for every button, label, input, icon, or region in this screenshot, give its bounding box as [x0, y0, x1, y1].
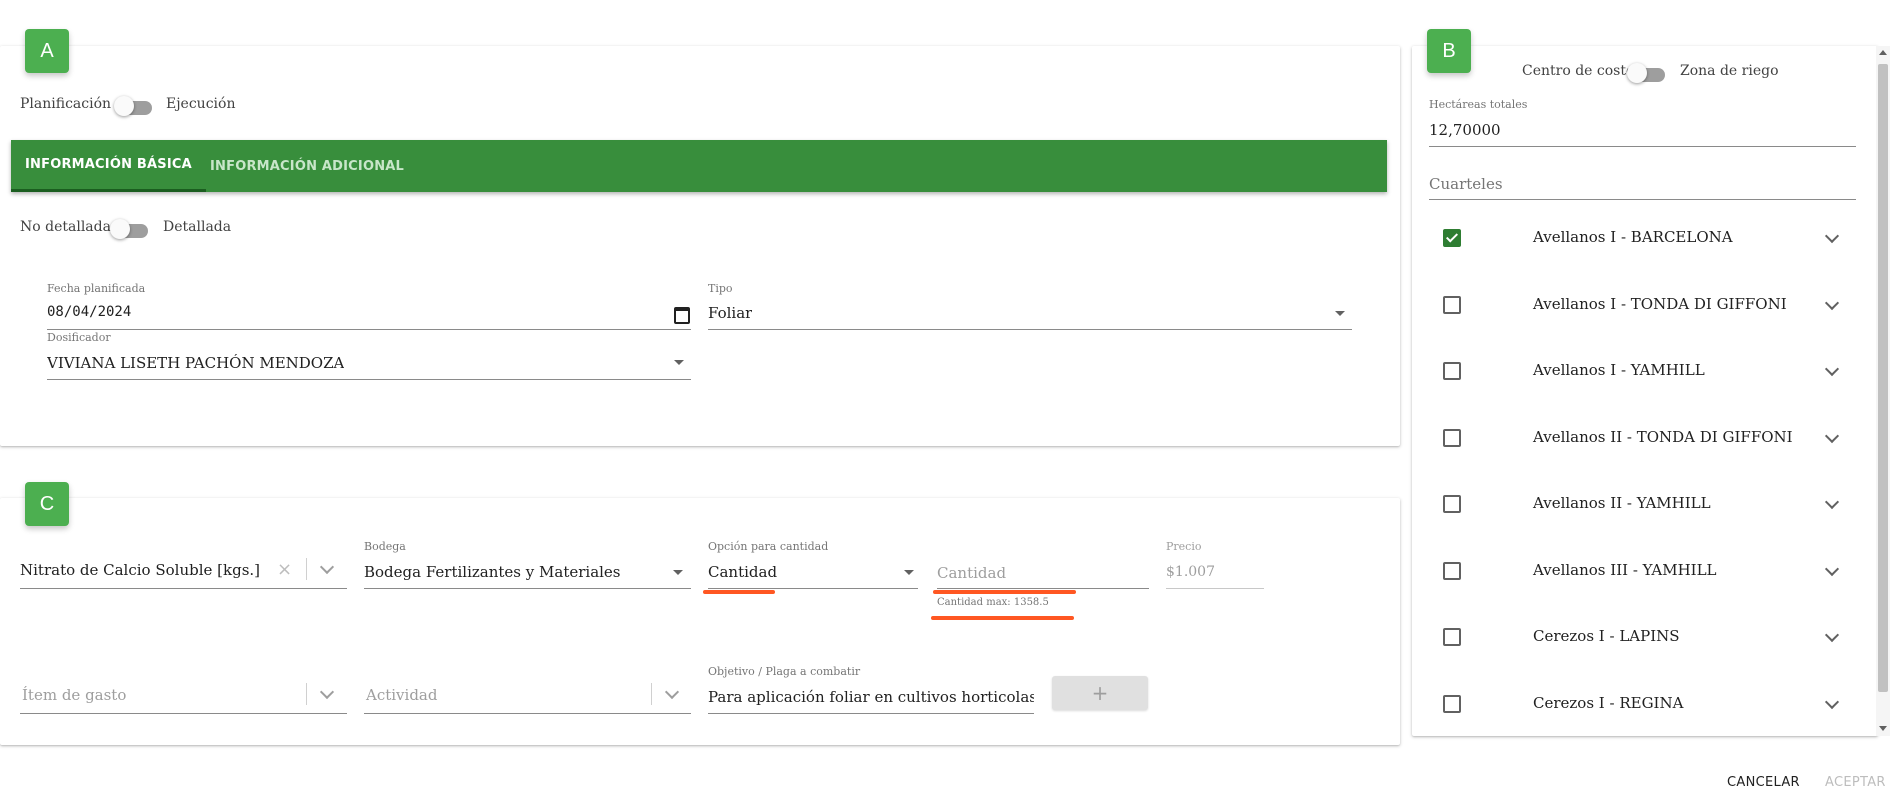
- producto-select[interactable]: Nitrato de Calcio Soluble [kgs.]: [20, 561, 270, 579]
- badge-c: C: [25, 482, 69, 526]
- cuartel-checkbox[interactable]: [1443, 229, 1461, 247]
- objetivo-underline: [708, 713, 1034, 714]
- precio-label: Precio: [1166, 540, 1202, 553]
- bodega-dropdown-icon[interactable]: [673, 570, 683, 575]
- cantidad-highlight: [933, 590, 1076, 594]
- tipo-underline: [708, 329, 1352, 330]
- scroll-up-arrow-icon[interactable]: [1879, 50, 1887, 55]
- bodega-select[interactable]: Bodega Fertilizantes y Materiales: [364, 563, 621, 581]
- cuartel-checkbox[interactable]: [1443, 628, 1461, 646]
- hectareas-underline: [1429, 146, 1856, 147]
- cantidad-underline: [937, 588, 1149, 589]
- plus-icon: +: [1091, 681, 1109, 705]
- cantidad-max-hint: Cantidad max: 1358.5: [937, 597, 1049, 608]
- cuartel-label: Avellanos I - YAMHILL: [1533, 361, 1705, 379]
- opcion-cantidad-dropdown-icon[interactable]: [904, 570, 914, 575]
- centro-costo-label: Centro de costo: [1522, 63, 1635, 79]
- card-products: [0, 498, 1400, 745]
- objetivo-input[interactable]: Para aplicación foliar en cultivos horti…: [708, 688, 1034, 706]
- fecha-planificada-label: Fecha planificada: [47, 282, 146, 295]
- producto-separator: [306, 558, 307, 580]
- tab-informacion-adicional-label: INFORMACIÓN ADICIONAL: [210, 158, 405, 174]
- cuartel-label: Avellanos I - BARCELONA: [1533, 228, 1733, 246]
- opcion-cantidad-label: Opción para cantidad: [708, 540, 829, 553]
- dosificador-label: Dosificador: [47, 331, 111, 344]
- scrollbar[interactable]: [1876, 46, 1890, 736]
- tab-informacion-basica[interactable]: INFORMACIÓN BÁSICA: [11, 140, 206, 192]
- actividad-underline: [364, 713, 691, 714]
- cuartel-label: Avellanos III - YAMHILL: [1533, 561, 1717, 579]
- toggle-knob: [110, 219, 130, 239]
- zona-riego-label: Zona de riego: [1680, 63, 1779, 79]
- cuartel-label: Avellanos II - YAMHILL: [1533, 494, 1711, 512]
- actividad-separator: [651, 683, 652, 705]
- tab-bar: INFORMACIÓN BÁSICA INFORMACIÓN ADICIONAL: [11, 140, 1387, 192]
- cuartel-label: Avellanos II - TONDA DI GIFFONI: [1533, 428, 1793, 446]
- clear-icon[interactable]: ×: [277, 559, 292, 580]
- cuartel-checkbox[interactable]: [1443, 562, 1461, 580]
- objetivo-label: Objetivo / Plaga a combatir: [708, 665, 861, 678]
- cuartel-checkbox[interactable]: [1443, 695, 1461, 713]
- no-detallada-label: No detallada: [20, 219, 111, 235]
- actividad-select[interactable]: Actividad: [366, 686, 437, 704]
- calendar-icon[interactable]: [674, 307, 690, 324]
- toggle-knob: [1627, 63, 1647, 83]
- badge-b: B: [1427, 29, 1471, 73]
- dosificador-dropdown-icon[interactable]: [674, 360, 684, 365]
- opcion-cantidad-underline: [708, 588, 918, 589]
- hectareas-label: Hectáreas totales: [1429, 98, 1528, 111]
- cuartel-label: Avellanos I - TONDA DI GIFFONI: [1533, 295, 1787, 313]
- scroll-down-arrow-icon[interactable]: [1879, 726, 1887, 731]
- opcion-cantidad-select[interactable]: Cantidad: [708, 563, 777, 581]
- tipo-select[interactable]: Foliar: [708, 304, 752, 322]
- item-gasto-underline: [20, 713, 347, 714]
- tab-informacion-basica-label: INFORMACIÓN BÁSICA: [25, 157, 192, 172]
- cuartel-checkbox[interactable]: [1443, 362, 1461, 380]
- cantidad-input[interactable]: Cantidad: [937, 564, 1006, 582]
- tipo-dropdown-icon[interactable]: [1335, 311, 1345, 316]
- dosificador-underline: [47, 379, 691, 380]
- bodega-label: Bodega: [364, 540, 406, 553]
- tipo-label: Tipo: [708, 282, 733, 295]
- hectareas-value: 12,70000: [1429, 121, 1501, 139]
- precio-input: $1.007: [1166, 564, 1215, 580]
- detallada-label: Detallada: [163, 219, 232, 235]
- cuartel-checkbox[interactable]: [1443, 296, 1461, 314]
- fecha-planificada-input[interactable]: 08/04/2024: [47, 304, 131, 320]
- cuartel-label: Cerezos I - REGINA: [1533, 694, 1684, 712]
- opcion-cantidad-highlight: [703, 590, 775, 594]
- cuartel-label: Cerezos I - LAPINS: [1533, 627, 1680, 645]
- accept-button[interactable]: ACEPTAR: [1825, 775, 1886, 790]
- add-product-button[interactable]: +: [1052, 676, 1148, 710]
- item-gasto-separator: [306, 683, 307, 705]
- centro-zona-toggle[interactable]: [1627, 63, 1665, 83]
- precio-underline: [1166, 588, 1264, 589]
- toggle-knob: [114, 96, 134, 116]
- cancel-button[interactable]: CANCELAR: [1727, 775, 1800, 790]
- ejecucion-label: Ejecución: [166, 96, 236, 112]
- producto-underline: [20, 588, 347, 589]
- bodega-underline: [364, 588, 691, 589]
- detallada-toggle[interactable]: [110, 219, 148, 239]
- cuarteles-input[interactable]: Cuarteles: [1429, 175, 1503, 193]
- tab-informacion-adicional[interactable]: INFORMACIÓN ADICIONAL: [200, 140, 414, 192]
- dosificador-select[interactable]: VIVIANA LISETH PACHÓN MENDOZA: [47, 354, 344, 372]
- planificacion-label: Planificación: [20, 96, 112, 112]
- cuartel-checkbox[interactable]: [1443, 429, 1461, 447]
- planificacion-ejecucion-toggle[interactable]: [114, 96, 152, 116]
- badge-a: A: [25, 29, 69, 73]
- item-gasto-select[interactable]: Ítem de gasto: [22, 686, 126, 704]
- cuartel-checkbox[interactable]: [1443, 495, 1461, 513]
- fecha-underline: [47, 329, 691, 330]
- scrollbar-thumb[interactable]: [1878, 64, 1888, 692]
- cantidad-hint-highlight: [931, 616, 1074, 620]
- cuarteles-underline: [1429, 199, 1856, 200]
